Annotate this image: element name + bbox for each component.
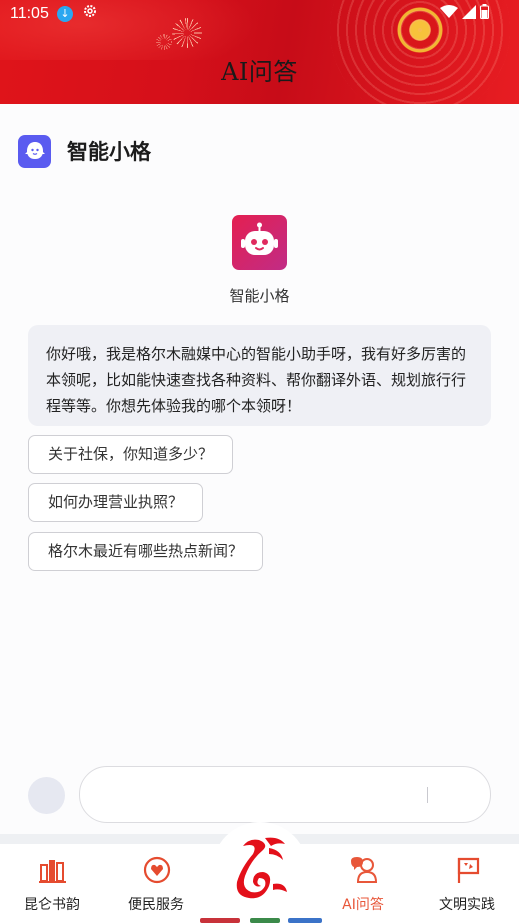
assistant-title: 智能小格 [67, 140, 151, 164]
voice-toggle-button[interactable] [28, 777, 65, 814]
suggestion-chip[interactable]: 格尔木最近有哪些热点新闻？ [28, 532, 264, 571]
app-header: 11:05 ↓ AI问答 [0, 0, 519, 104]
wifi-icon [440, 4, 458, 23]
status-time: 11:05 [10, 5, 49, 22]
home-indicator [180, 916, 340, 923]
heart-hands-icon [142, 855, 172, 885]
robot-avatar-icon [232, 215, 287, 270]
nav-label: 便民服务 [128, 897, 184, 913]
nav-label: 文明实践 [439, 897, 495, 913]
bottom-nav: 昆仑书韵 便民服务 AI问答 文明实践 [0, 837, 519, 923]
firework-decoration [156, 34, 172, 50]
nav-item-services[interactable]: 便民服务 [104, 844, 208, 923]
page-title: AI问答 [221, 58, 298, 86]
ai-chat-icon [349, 855, 379, 885]
nav-item-kunlun-books[interactable]: 昆仑书韵 [0, 844, 104, 923]
gear-icon [82, 3, 98, 23]
flag-icon [453, 855, 483, 885]
battery-icon [480, 4, 489, 23]
suggestion-chip[interactable]: 关于社保，你知道多少？ [28, 435, 234, 474]
nav-label: AI问答 [342, 897, 384, 913]
nav-item-civilization[interactable]: 文明实践 [415, 844, 519, 923]
books-icon [38, 855, 68, 885]
suggestion-chip[interactable]: 如何办理营业执照？ [28, 483, 204, 522]
message-input[interactable] [79, 766, 491, 823]
assistant-title-row: 智能小格 [18, 134, 151, 168]
nav-item-home[interactable] [207, 822, 311, 901]
nav-label: 昆仑书韵 [24, 897, 80, 913]
status-bar: 11:05 ↓ [0, 0, 519, 28]
signal-icon [462, 4, 476, 23]
greeting-message: 你好哦，我是格尔木融媒中心的智能小助手呀，我有好多厉害的本领呢，比如能快速查找各… [28, 325, 491, 426]
assistant-logo-icon [18, 134, 51, 168]
nav-item-ai-qa[interactable]: AI问答 [311, 844, 415, 923]
center-logo-icon [229, 834, 291, 904]
input-divider [427, 787, 428, 803]
download-arrow-icon: ↓ [57, 6, 73, 22]
assistant-name: 智能小格 [229, 287, 290, 305]
